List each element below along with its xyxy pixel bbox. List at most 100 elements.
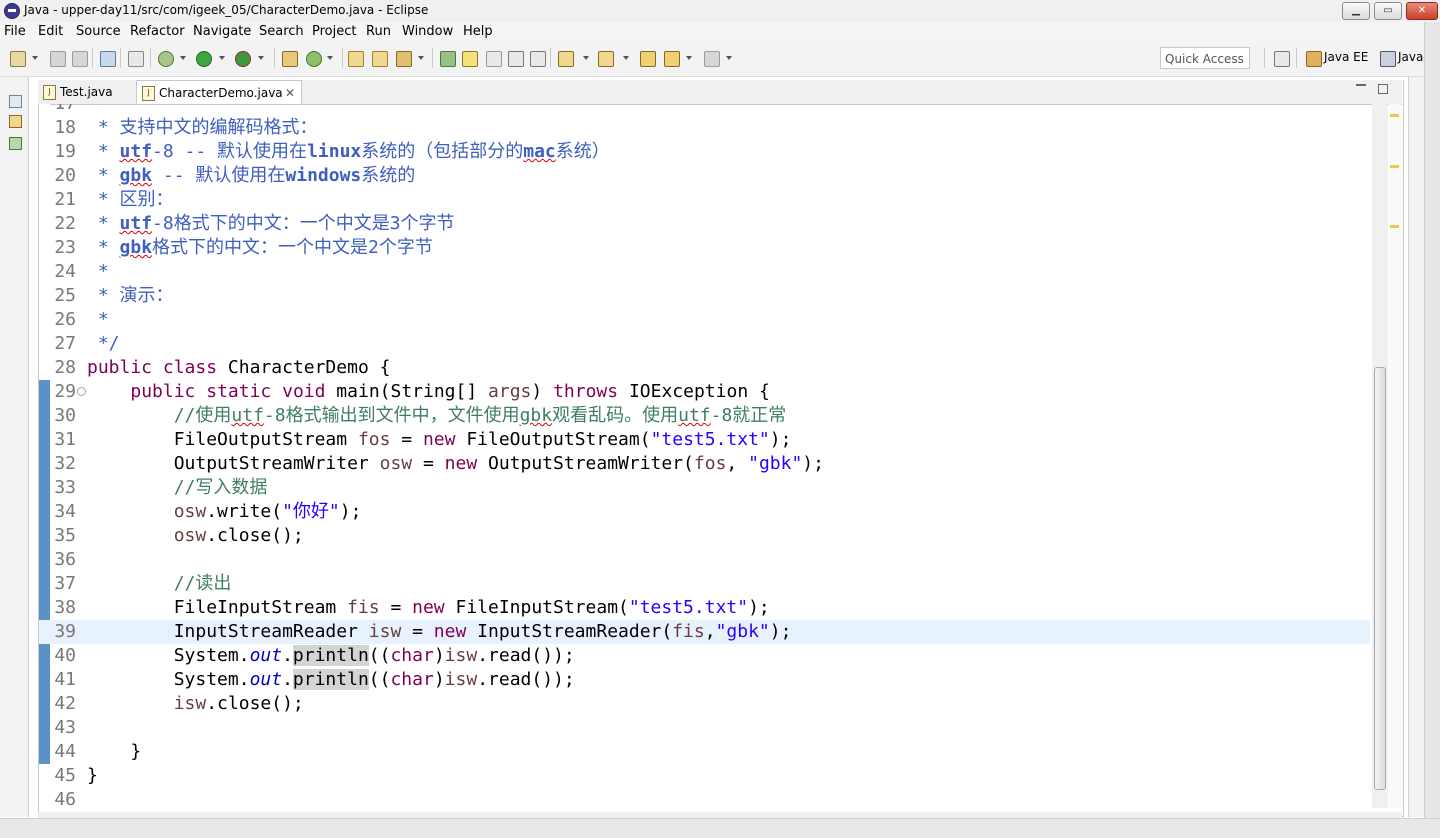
code-line[interactable]: 17 * <box>39 104 1370 116</box>
chevron-down-icon[interactable] <box>258 56 264 60</box>
code-line[interactable]: 41 System.out.println((char)isw.read()); <box>39 668 1370 692</box>
save-all-icon[interactable] <box>72 51 88 67</box>
code-line[interactable]: 19 * utf-8 -- 默认使用在linux系统的（包括部分的mac系统） <box>39 140 1370 164</box>
code-line[interactable]: 23 * gbk格式下的中文：一个中文是2个字节 <box>39 236 1370 260</box>
warning-marker[interactable] <box>1390 114 1399 117</box>
code-line[interactable]: 39 InputStreamReader isw = new InputStre… <box>39 620 1370 644</box>
open-perspective-icon[interactable] <box>1274 51 1290 67</box>
chevron-down-icon[interactable] <box>180 56 186 60</box>
console-icon[interactable] <box>100 51 116 67</box>
forward-icon[interactable] <box>704 51 720 67</box>
right-trim-bar <box>1408 77 1425 817</box>
tab-test-java[interactable]: J Test.java <box>38 80 136 104</box>
close-tab-icon[interactable]: ✕ <box>285 81 295 105</box>
code-line[interactable]: 25 * 演示： <box>39 284 1370 308</box>
code-text: System.out.println((char)isw.read()); <box>87 669 575 690</box>
quick-access-input[interactable]: Quick Access <box>1160 47 1250 69</box>
previous-annotation-icon[interactable] <box>598 51 614 67</box>
code-line[interactable]: 28 public class CharacterDemo { <box>39 356 1370 380</box>
menu-search[interactable]: Search <box>259 24 304 39</box>
open-type-icon[interactable] <box>348 51 364 67</box>
show-whitespace-icon[interactable] <box>508 51 524 67</box>
code-line[interactable]: 18 * 支持中文的编解码格式： <box>39 116 1370 140</box>
warning-marker[interactable] <box>1390 225 1399 228</box>
menu-run[interactable]: Run <box>366 24 391 39</box>
menu-refactor[interactable]: Refactor <box>130 24 185 39</box>
chevron-down-icon[interactable] <box>583 56 589 60</box>
code-editor[interactable]: 17 *18 * 支持中文的编解码格式：19 * utf-8 -- 默认使用在l… <box>39 104 1370 812</box>
code-line[interactable]: 21 * 区别： <box>39 188 1370 212</box>
close-button[interactable]: ✕ <box>1406 2 1438 20</box>
chevron-down-icon[interactable] <box>686 56 692 60</box>
code-line[interactable]: 36 <box>39 548 1370 572</box>
new-class-icon[interactable] <box>306 51 322 67</box>
package-explorer-icon[interactable] <box>9 115 22 128</box>
toggle-block-selection-icon[interactable] <box>486 51 502 67</box>
maximize-button[interactable]: ▭ <box>1374 2 1402 20</box>
menu-edit[interactable]: Edit <box>38 24 63 39</box>
toggle-mark-occurrences-icon[interactable] <box>462 51 478 67</box>
warning-marker[interactable] <box>1390 165 1399 168</box>
open-task-icon[interactable] <box>372 51 388 67</box>
toggle-ant-editor-icon[interactable] <box>440 51 456 67</box>
code-line[interactable]: 22 * utf-8格式下的中文：一个中文是3个字节 <box>39 212 1370 236</box>
code-line[interactable]: 27 */ <box>39 332 1370 356</box>
code-line[interactable]: 32 OutputStreamWriter osw = new OutputSt… <box>39 452 1370 476</box>
java-perspective-icon[interactable] <box>1380 51 1396 67</box>
chevron-down-icon[interactable] <box>32 56 38 60</box>
maximize-editor-icon[interactable] <box>1378 84 1388 94</box>
code-line[interactable]: 45} <box>39 764 1370 788</box>
last-edit-location-icon[interactable] <box>640 51 656 67</box>
restore-view-icon[interactable] <box>9 95 22 108</box>
menu-navigate[interactable]: Navigate <box>193 24 251 39</box>
code-line[interactable]: 29 public static void main(String[] args… <box>39 380 1370 404</box>
search-icon[interactable] <box>396 51 412 67</box>
run-external-tool-icon[interactable] <box>235 51 251 67</box>
code-line[interactable]: 38 FileInputStream fis = new FileInputSt… <box>39 596 1370 620</box>
code-line[interactable]: 20 * gbk -- 默认使用在windows系统的 <box>39 164 1370 188</box>
hierarchy-icon[interactable] <box>9 137 22 150</box>
code-line[interactable]: 46 <box>39 788 1370 812</box>
code-line[interactable]: 33 //写入数据 <box>39 476 1370 500</box>
editor-scroll-thumb[interactable] <box>1374 367 1386 790</box>
code-line[interactable]: 26 * <box>39 308 1370 332</box>
menu-file[interactable]: File <box>4 24 26 39</box>
minimize-button[interactable]: ▁ <box>1342 2 1370 20</box>
code-line[interactable]: 44 } <box>39 740 1370 764</box>
code-line[interactable]: 24 * <box>39 260 1370 284</box>
perspective-java-ee[interactable]: Java EE <box>1324 50 1368 64</box>
next-annotation-icon[interactable] <box>558 51 574 67</box>
chevron-down-icon[interactable] <box>623 56 629 60</box>
back-icon[interactable] <box>664 51 680 67</box>
show-paragraph-icon[interactable] <box>530 51 546 67</box>
code-line[interactable]: 42 isw.close(); <box>39 692 1370 716</box>
perspective-java[interactable]: Java <box>1398 50 1423 64</box>
save-icon[interactable] <box>50 51 66 67</box>
code-line[interactable]: 37 //读出 <box>39 572 1370 596</box>
code-line[interactable]: 40 System.out.println((char)isw.read()); <box>39 644 1370 668</box>
debug-icon[interactable] <box>158 51 174 67</box>
new-icon[interactable] <box>10 51 26 67</box>
chevron-down-icon[interactable] <box>219 56 225 60</box>
menu-source[interactable]: Source <box>76 24 121 39</box>
chevron-down-icon[interactable] <box>327 56 333 60</box>
run-icon[interactable] <box>196 51 212 67</box>
code-line[interactable]: 34 osw.write("你好"); <box>39 500 1370 524</box>
skip-breakpoints-icon[interactable] <box>128 51 144 67</box>
code-line[interactable]: 35 osw.close(); <box>39 524 1370 548</box>
minimize-editor-icon[interactable] <box>1356 84 1366 94</box>
menu-window[interactable]: Window <box>402 24 453 39</box>
tab-characterdemo-java[interactable]: J CharacterDemo.java ✕ <box>136 80 302 104</box>
code-line[interactable]: 43 <box>39 716 1370 740</box>
line-number: 28 <box>54 357 76 378</box>
new-java-project-icon[interactable] <box>282 51 298 67</box>
menu-help[interactable]: Help <box>463 24 493 39</box>
menu-project[interactable]: Project <box>312 24 356 39</box>
chevron-down-icon[interactable] <box>418 56 424 60</box>
window-vertical-scrollbar[interactable] <box>1424 22 1440 818</box>
code-line[interactable]: 30 //使用utf-8格式输出到文件中，文件使用gbk观看乱码。使用utf-8… <box>39 404 1370 428</box>
java-ee-perspective-icon[interactable] <box>1306 51 1322 67</box>
code-line[interactable]: 31 FileOutputStream fos = new FileOutput… <box>39 428 1370 452</box>
chevron-down-icon[interactable] <box>726 56 732 60</box>
fold-toggle-icon[interactable] <box>77 387 86 396</box>
